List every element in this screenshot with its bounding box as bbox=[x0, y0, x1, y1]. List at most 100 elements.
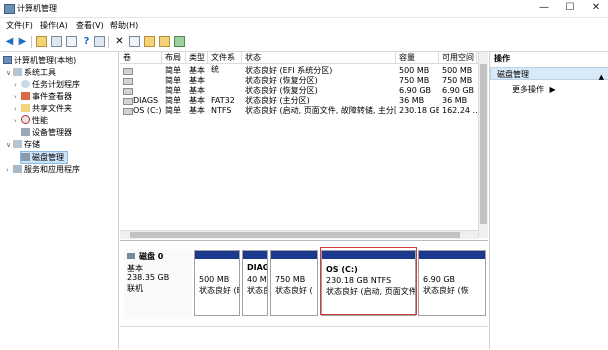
tree-disk-management[interactable]: 磁盘管理 bbox=[20, 151, 68, 164]
tree-task-scheduler[interactable]: › 任务计划程序 bbox=[14, 79, 80, 90]
more-actions-label: 更多操作 bbox=[512, 85, 544, 94]
table-cell: 简单 bbox=[165, 96, 181, 105]
column-header-layout[interactable]: 布局 bbox=[162, 52, 186, 64]
table-cell: 230.18 GB bbox=[399, 106, 439, 115]
table-cell: 简单 bbox=[165, 66, 181, 75]
column-header-status[interactable]: 状态 bbox=[242, 52, 396, 64]
table-cell: 6.90 GB bbox=[399, 86, 432, 95]
partition-recovery[interactable]: 750 MB 状态良好 ( bbox=[270, 250, 318, 316]
more-icon[interactable] bbox=[174, 36, 185, 47]
tree-services[interactable]: › 服务和应用程序 bbox=[6, 164, 80, 175]
tree-event-viewer[interactable]: › 事件查看器 bbox=[14, 91, 72, 102]
column-header-type[interactable]: 类型 bbox=[186, 52, 208, 64]
table-row[interactable]: 简单基本状态良好 (EFI 系统分区)500 MB500 MB10 bbox=[120, 66, 488, 76]
tree-system-tools-label: 系统工具 bbox=[24, 68, 56, 77]
delete-icon[interactable]: ✕ bbox=[114, 36, 125, 47]
vertical-scrollbar[interactable] bbox=[478, 52, 488, 238]
column-header-filesystem[interactable]: 文件系统 bbox=[208, 52, 242, 74]
actions-section-disk-management[interactable]: 磁盘管理 ▲ bbox=[490, 67, 608, 81]
column-header-volume[interactable]: 卷 bbox=[120, 52, 162, 64]
performance-icon bbox=[21, 115, 30, 124]
scrollbar-thumb[interactable] bbox=[130, 232, 460, 238]
storage-icon bbox=[13, 140, 22, 148]
more-actions-link[interactable]: 更多操作 ▶ bbox=[512, 84, 556, 95]
table-cell: 500 MB bbox=[399, 66, 430, 75]
chevron-right-icon[interactable]: › bbox=[14, 92, 21, 103]
os-partition-highlight bbox=[320, 247, 417, 315]
menu-action[interactable]: 操作(A) bbox=[40, 20, 68, 31]
navigation-tree: 计算机管理(本地) ∨ 系统工具 › 任务计划程序 › 事件查看器 › 共享文件夹 › 性… bbox=[0, 52, 119, 349]
show-tree-icon[interactable] bbox=[51, 36, 62, 47]
disk-management-icon bbox=[21, 153, 30, 161]
table-row[interactable]: 简单基本状态良好 (恢复分区)6.90 GB6.90 GB10 bbox=[120, 86, 488, 96]
minimize-button[interactable]: — bbox=[532, 0, 556, 16]
tree-storage[interactable]: ∨ 存储 bbox=[6, 139, 40, 150]
column-header-free-space[interactable]: 可用空间 bbox=[439, 52, 477, 64]
tree-system-tools[interactable]: ∨ 系统工具 bbox=[6, 67, 56, 78]
tree-shared-folders[interactable]: › 共享文件夹 bbox=[14, 103, 72, 114]
table-cell bbox=[208, 66, 242, 76]
close-button[interactable]: ✕ bbox=[584, 0, 608, 16]
table-row[interactable]: 简单基本状态良好 (恢复分区)750 MB750 MB10 bbox=[120, 76, 488, 86]
table-cell: 状态良好 (启动, 页面文件, 故障转储, 主分区) bbox=[245, 106, 396, 115]
tree-disk-management-label: 磁盘管理 bbox=[32, 153, 64, 162]
table-cell: OS (C:) bbox=[133, 106, 162, 115]
help-icon[interactable]: ? bbox=[81, 36, 92, 47]
chevron-right-icon[interactable]: › bbox=[14, 104, 21, 115]
table-cell: 基本 bbox=[189, 66, 205, 75]
table-row[interactable]: OS (C:) 简单 基本 NTFS 状态良好 (启动, 页面文件, 故障转储, 主分区… bbox=[120, 106, 488, 116]
table-cell: NTFS bbox=[211, 106, 232, 115]
chevron-right-icon[interactable]: › bbox=[14, 80, 21, 91]
table-cell bbox=[208, 86, 242, 96]
scrollbar-thumb[interactable] bbox=[480, 64, 487, 224]
back-icon[interactable]: ◀ bbox=[4, 36, 15, 47]
chevron-right-icon: ▶ bbox=[549, 85, 556, 94]
tree-performance-label: 性能 bbox=[32, 116, 48, 125]
tools-icon bbox=[13, 68, 22, 76]
clock-icon bbox=[21, 80, 30, 88]
tree-storage-label: 存储 bbox=[24, 140, 40, 149]
partition-recovery-2[interactable]: 6.90 GB 状态良好 (恢 bbox=[418, 250, 486, 316]
tree-event-viewer-label: 事件查看器 bbox=[32, 92, 72, 101]
table-cell: 状态良好 (EFI 系统分区) bbox=[245, 66, 333, 75]
tree-root[interactable]: 计算机管理(本地) bbox=[3, 55, 76, 66]
disk-info[interactable]: 磁盘 0 基本 238.35 GB 联机 bbox=[124, 249, 192, 319]
horizontal-scrollbar[interactable] bbox=[120, 230, 478, 239]
folder-up-icon[interactable] bbox=[36, 36, 47, 47]
chevron-down-icon[interactable]: ∨ bbox=[6, 140, 13, 151]
maximize-button[interactable]: ☐ bbox=[558, 0, 582, 16]
shared-folder-icon bbox=[21, 104, 30, 112]
menu-file[interactable]: 文件(F) bbox=[6, 20, 33, 31]
partition-efi[interactable]: 500 MB 状态良好 (E bbox=[194, 250, 240, 316]
find-icon[interactable] bbox=[159, 36, 170, 47]
tree-root-label: 计算机管理(本地) bbox=[14, 56, 77, 65]
column-header-capacity[interactable]: 容量 bbox=[396, 52, 439, 64]
table-cell: 基本 bbox=[189, 96, 205, 105]
menu-help[interactable]: 帮助(H) bbox=[110, 20, 138, 31]
partition-diags[interactable]: DIAG 40 M 状态良 bbox=[242, 250, 268, 316]
table-cell bbox=[130, 76, 162, 86]
menu-view[interactable]: 查看(V) bbox=[76, 20, 104, 31]
partition-status: 状态良 bbox=[247, 286, 267, 295]
forward-icon[interactable]: ▶ bbox=[17, 36, 28, 47]
chevron-right-icon[interactable]: › bbox=[14, 116, 21, 127]
table-cell bbox=[130, 66, 162, 76]
chevron-down-icon[interactable]: ∨ bbox=[6, 68, 13, 79]
disk-status: 联机 bbox=[127, 284, 143, 293]
menu-bar: 文件(F) 操作(A) 查看(V) 帮助(H) bbox=[0, 18, 608, 32]
table-row[interactable]: DIAGS简单基本FAT32状态良好 (主分区)36 MB36 MB10 bbox=[120, 96, 488, 106]
table-cell: 750 MB bbox=[442, 76, 473, 85]
collapse-up-icon[interactable]: ▲ bbox=[599, 71, 604, 84]
tree-performance[interactable]: › 性能 bbox=[14, 115, 48, 126]
folder-icon[interactable] bbox=[144, 36, 155, 47]
properties-icon[interactable] bbox=[66, 36, 77, 47]
disk-icon bbox=[127, 253, 135, 259]
table-cell: 36 MB bbox=[442, 96, 468, 105]
chevron-right-icon[interactable]: › bbox=[6, 165, 13, 176]
tree-device-manager-label: 设备管理器 bbox=[32, 128, 72, 137]
table-cell: 6.90 GB bbox=[442, 86, 475, 95]
refresh-icon[interactable] bbox=[102, 36, 113, 47]
open-icon[interactable] bbox=[129, 36, 140, 47]
table-cell: DIAGS bbox=[133, 96, 159, 105]
tree-device-manager[interactable]: 设备管理器 bbox=[21, 127, 72, 138]
